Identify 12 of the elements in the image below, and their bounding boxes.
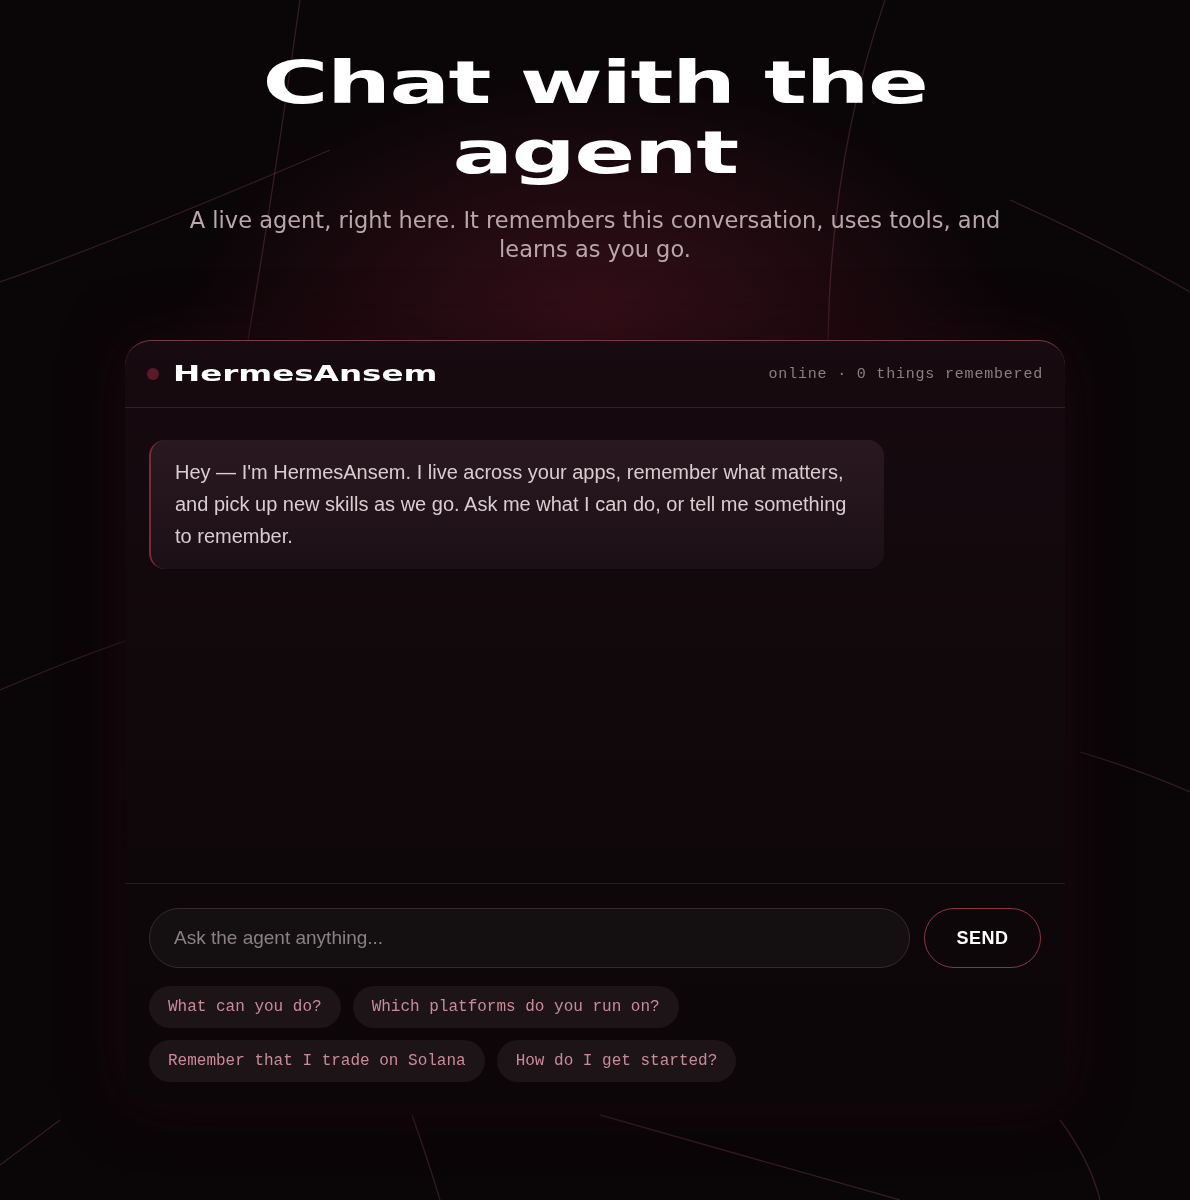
status-dot-icon [147, 368, 159, 380]
agent-status: online · 0 things remembered [768, 365, 1043, 383]
agent-message: Hey — I'm HermesAnsem. I live across your apps, remember what matters, and pick up new skills as we go. Ask me what I can do, or tell me something to remember. [149, 440, 884, 569]
agent-name: HermesAnsem [173, 362, 438, 386]
page-subtitle: A live agent, right here. It remembers this conversation, uses tools, and learns as you go. [188, 206, 1002, 264]
page-title: Chat with the agent [261, 48, 929, 188]
suggestion-chip[interactable]: How do I get started? [496, 1040, 737, 1082]
suggestion-chip[interactable]: Which platforms do you run on? [352, 986, 679, 1028]
message-input[interactable]: Ask the agent anything... [149, 908, 910, 968]
suggestion-chip[interactable]: Remember that I trade on Solana [149, 1040, 485, 1082]
send-button[interactable]: SEND [924, 908, 1041, 968]
suggestion-chip[interactable]: What can you do? [149, 986, 341, 1028]
